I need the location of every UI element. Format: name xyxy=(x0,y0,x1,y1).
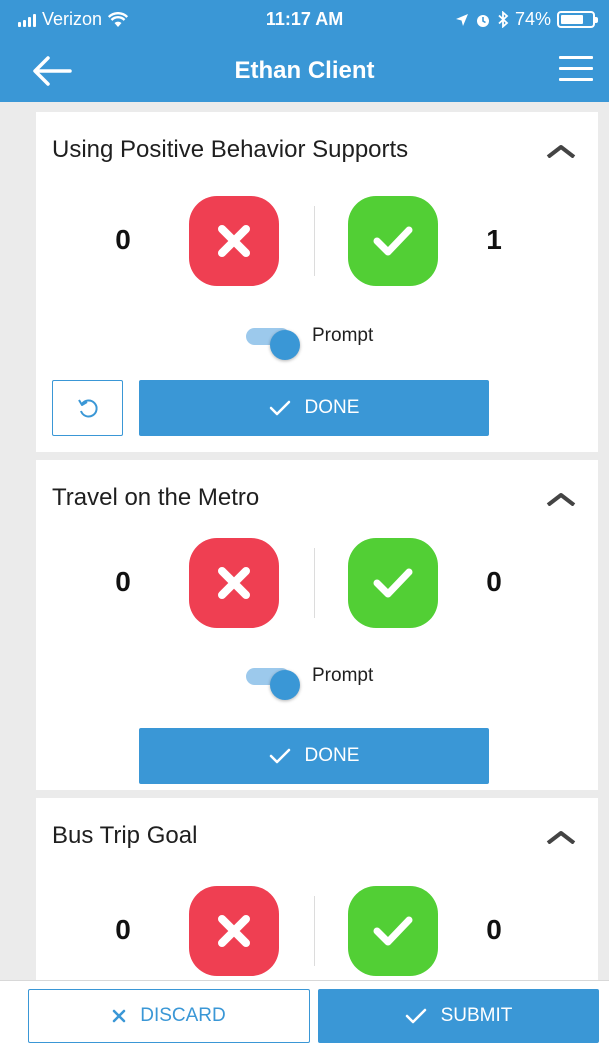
done-button[interactable]: DONE xyxy=(139,380,489,436)
undo-button[interactable] xyxy=(52,380,123,436)
undo-icon xyxy=(77,399,98,418)
hamburger-menu-icon[interactable] xyxy=(559,56,593,86)
divider xyxy=(314,896,315,966)
alarm-icon xyxy=(476,14,489,27)
status-bar: Verizon 11:17 AM 74% xyxy=(0,0,609,40)
close-icon xyxy=(112,1009,126,1023)
goal-title: Travel on the Metro xyxy=(52,484,260,511)
done-button[interactable]: DONE xyxy=(139,728,489,784)
fail-button[interactable] xyxy=(189,196,279,286)
prompt-toggle[interactable] xyxy=(246,328,300,360)
done-label: DONE xyxy=(304,745,360,766)
pass-count: 0 xyxy=(486,914,502,945)
discard-button[interactable]: DISCARD xyxy=(28,989,310,1043)
prompt-toggle-row: Prompt xyxy=(244,658,404,700)
counter-row: 0 0 xyxy=(36,538,598,628)
check-icon xyxy=(373,916,413,946)
x-icon xyxy=(218,567,250,599)
divider xyxy=(314,548,315,618)
check-icon xyxy=(269,400,290,416)
chevron-up-icon[interactable] xyxy=(546,830,576,844)
bluetooth-icon xyxy=(498,11,509,28)
fail-count: 0 xyxy=(115,914,131,945)
submit-label: SUBMIT xyxy=(440,1005,513,1026)
goal-card: Bus Trip Goal 0 0 xyxy=(36,798,598,980)
nav-bar: Ethan Client xyxy=(0,40,609,102)
location-icon xyxy=(455,13,468,26)
fail-count: 0 xyxy=(115,566,131,597)
pass-button[interactable] xyxy=(348,196,438,286)
submit-button[interactable]: SUBMIT xyxy=(318,989,599,1043)
prompt-toggle[interactable] xyxy=(246,668,300,700)
x-icon xyxy=(218,225,250,257)
prompt-label: Prompt xyxy=(312,665,374,686)
done-label: DONE xyxy=(304,397,360,418)
goals-list[interactable]: Using Positive Behavior Supports 0 1 Pro… xyxy=(0,102,609,980)
divider xyxy=(314,206,315,276)
goal-title: Using Positive Behavior Supports xyxy=(52,136,409,163)
toggle-knob xyxy=(270,670,300,700)
check-icon xyxy=(373,568,413,598)
page-title: Ethan Client xyxy=(234,57,375,84)
status-right: 74% xyxy=(455,9,598,30)
pass-count: 0 xyxy=(486,566,502,597)
chevron-up-icon[interactable] xyxy=(546,492,576,506)
prompt-toggle-row: Prompt xyxy=(244,318,404,360)
check-icon xyxy=(373,226,413,256)
battery-icon xyxy=(557,11,598,28)
counter-row: 0 0 xyxy=(36,886,598,976)
check-icon xyxy=(269,748,290,764)
fail-button[interactable] xyxy=(189,886,279,976)
prompt-label: Prompt xyxy=(312,325,374,346)
goal-card: Travel on the Metro 0 0 Prompt DONE xyxy=(36,460,598,790)
counter-row: 0 1 xyxy=(36,196,598,286)
x-icon xyxy=(218,915,250,947)
discard-label: DISCARD xyxy=(140,1005,226,1026)
toggle-knob xyxy=(270,330,300,360)
pass-button[interactable] xyxy=(348,886,438,976)
battery-fill xyxy=(561,15,584,24)
battery-percent: 74% xyxy=(514,9,551,29)
goal-title: Bus Trip Goal xyxy=(52,822,198,849)
check-icon xyxy=(405,1008,426,1024)
goal-card: Using Positive Behavior Supports 0 1 Pro… xyxy=(36,112,598,452)
footer-bar: DISCARD SUBMIT xyxy=(0,980,609,1048)
fail-button[interactable] xyxy=(189,538,279,628)
pass-count: 1 xyxy=(486,224,502,255)
pass-button[interactable] xyxy=(348,538,438,628)
fail-count: 0 xyxy=(115,224,131,255)
chevron-up-icon[interactable] xyxy=(546,144,576,158)
